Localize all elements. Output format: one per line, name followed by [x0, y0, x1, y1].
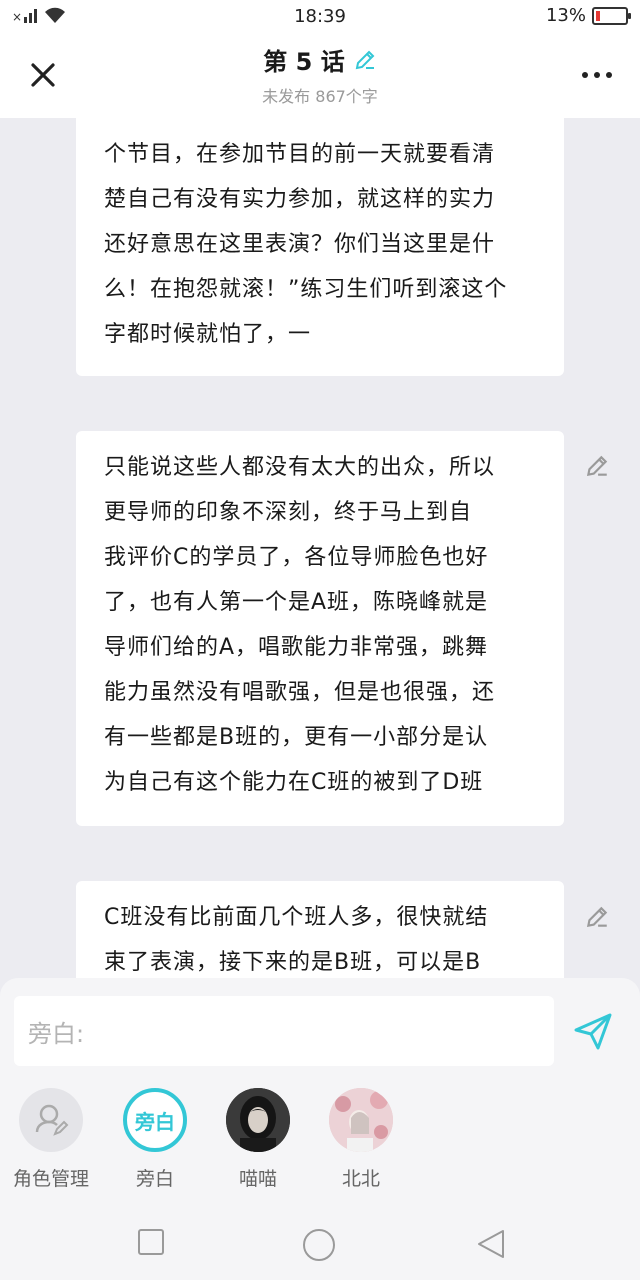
system-nav-bar	[0, 1208, 640, 1280]
triangle-back-icon	[478, 1230, 504, 1258]
more-button[interactable]	[582, 62, 612, 88]
paragraph-edit-button[interactable]	[584, 904, 610, 930]
word-count-subtitle: 未发布 867个字	[262, 87, 378, 106]
battery-percentage: 13%	[545, 5, 586, 26]
square-icon	[138, 1229, 164, 1255]
avatar	[226, 1088, 290, 1152]
paragraph-edit-button[interactable]	[584, 453, 610, 479]
send-button[interactable]	[572, 1010, 614, 1052]
paragraph-card[interactable]: 只能说这些人都没有太大的出众，所以 更导师的印象不深刻，终于马上到自 我评价C的…	[76, 431, 564, 826]
role-selector: 角色管理 旁白 旁白 喵喵 北北	[0, 1088, 640, 1198]
paragraph-text: 个节目，在参加节目的前一天就要看清 楚自己有没有实力参加，就这样的实力 还好意思…	[104, 142, 508, 347]
role-label: 喵喵	[238, 1168, 277, 1190]
role-label: 旁白	[135, 1168, 174, 1190]
paragraph-card[interactable]: 个节目，在参加节目的前一天就要看清 楚自己有没有实力参加，就这样的实力 还好意思…	[76, 118, 564, 376]
send-icon	[574, 1013, 612, 1050]
back-button[interactable]	[476, 1228, 506, 1264]
role-narrator[interactable]: 旁白 旁白	[110, 1088, 200, 1191]
pencil-icon	[586, 906, 608, 928]
paragraph-text: 只能说这些人都没有太大的出众，所以 更导师的印象不深刻，终于马上到自 我评价C的…	[104, 455, 496, 795]
recent-apps-button[interactable]	[137, 1228, 165, 1260]
more-dot	[582, 72, 588, 78]
chapter-content[interactable]: 个节目，在参加节目的前一天就要看清 楚自己有没有实力参加，就这样的实力 还好意思…	[0, 118, 640, 978]
role-manage-button[interactable]: 角色管理	[6, 1088, 96, 1191]
header: 第 5 话 未发布 867个字	[0, 32, 640, 118]
circle-icon	[303, 1229, 335, 1261]
role-label: 北北	[341, 1168, 380, 1190]
pencil-icon	[586, 455, 608, 477]
role-label: 角色管理	[12, 1168, 89, 1190]
narration-placeholder: 旁白:	[28, 1019, 85, 1048]
paragraph-text: C班没有比前面几个班人多，很快就结 束了表演，接下来的是B班，可以是B	[104, 905, 489, 975]
avatar	[329, 1088, 393, 1152]
more-dot	[606, 72, 612, 78]
role-manage-icon	[19, 1088, 83, 1152]
battery-fill	[596, 10, 600, 21]
more-dot	[594, 72, 600, 78]
narrator-avatar-text: 旁白	[135, 1109, 175, 1134]
pencil-icon[interactable]	[353, 48, 377, 72]
narrator-avatar: 旁白	[123, 1088, 187, 1152]
paragraph-card[interactable]: C班没有比前面几个班人多，很快就结 束了表演，接下来的是B班，可以是B	[76, 881, 564, 978]
home-button[interactable]	[302, 1228, 336, 1266]
role-beibei[interactable]: 北北	[316, 1088, 406, 1191]
chapter-title: 第 5 话	[263, 48, 345, 76]
status-bar: × 18:39 13%	[0, 0, 640, 32]
narration-input[interactable]: 旁白:	[14, 996, 554, 1066]
status-right: 13%	[545, 5, 631, 26]
title-area: 第 5 话 未发布 867个字	[0, 42, 640, 107]
title-row[interactable]: 第 5 话	[263, 42, 376, 77]
role-miaomiao[interactable]: 喵喵	[213, 1088, 303, 1191]
status-time: 18:39	[294, 6, 346, 27]
battery-icon	[592, 6, 631, 25]
